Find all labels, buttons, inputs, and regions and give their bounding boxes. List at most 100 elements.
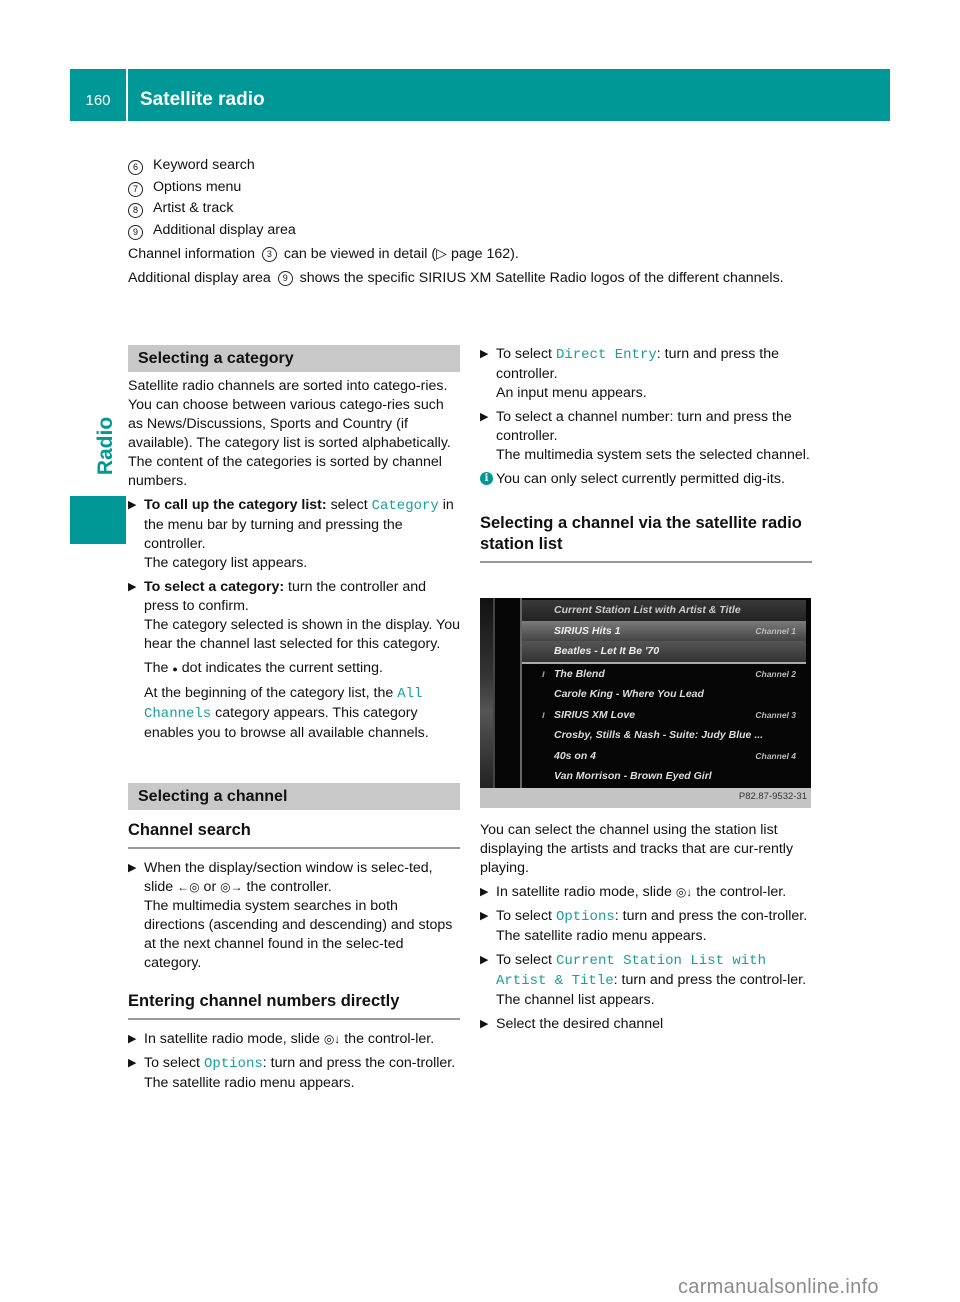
page-number: 160	[85, 92, 111, 109]
channel-label: Channel 2	[755, 668, 796, 679]
text: In satellite radio mode, slide	[496, 884, 676, 900]
text: can be viewed in detail (	[283, 246, 437, 262]
text: To select	[496, 952, 556, 968]
dot-icon: ●	[172, 664, 178, 674]
logo-marker-icon: ı	[542, 708, 545, 721]
watermark[interactable]: carmanualsonline.info	[678, 1276, 879, 1299]
text: the control-ler.	[692, 884, 787, 900]
callout-number-icon: 7	[128, 181, 143, 197]
side-tab-label: Radio	[94, 416, 117, 476]
step-arrow-icon: ▶	[480, 886, 489, 898]
station-list-screenshot: Current Station List with Artist & Title…	[480, 598, 811, 808]
callout-number-icon: 6	[128, 160, 143, 175]
figure-code: P82.87-9532-31	[738, 791, 807, 802]
text: : turn and press the con-troller.	[614, 908, 808, 924]
step-direct-options: ▶ To select Options: turn and press the …	[128, 1054, 460, 1093]
text: To select	[496, 908, 556, 924]
station-row[interactable]: ı The Blend Channel 2	[522, 664, 806, 685]
step-station-current-list: ▶ To select Current Station List with Ar…	[480, 951, 812, 1010]
side-tab-marker	[70, 496, 126, 544]
legend-label: Options menu	[153, 178, 242, 195]
step-station-options: ▶ To select Options: turn and press the …	[480, 907, 812, 946]
menu-item-category: Category	[371, 498, 439, 514]
text: Additional display area	[128, 270, 271, 286]
menu-item-options: Options	[203, 1056, 263, 1072]
track-name: Carole King - Where You Lead	[554, 688, 704, 700]
controller-slide-down-icon: ◎↓	[675, 885, 693, 899]
legend-label: Artist & track	[153, 200, 234, 216]
track-name: Crosby, Stills & Nash - Suite: Judy Blue…	[554, 729, 764, 741]
side-tab: Radio	[86, 404, 126, 488]
page-reference-link[interactable]: page 162).	[447, 246, 519, 262]
step-station-slide: ▶ In satellite radio mode, slide ◎↓ the …	[480, 883, 812, 902]
dot-note: The ● dot indicates the current setting.	[128, 659, 460, 679]
right-column: ▶ To select Direct Entry: turn and press…	[480, 345, 812, 563]
station-row[interactable]: ı SIRIUS XM Love Channel 3	[522, 705, 806, 726]
section-heading-category: Selecting a category	[128, 345, 460, 372]
subheading-channel-search: Channel search	[128, 820, 460, 849]
screen-divider	[493, 598, 495, 788]
callout-number-icon: 9	[128, 224, 143, 240]
station-row[interactable]: Crosby, Stills & Nash - Suite: Judy Blue…	[522, 725, 806, 746]
controller-slide-down-icon: ◎↓	[323, 1032, 341, 1046]
channel-label: Channel 4	[755, 750, 796, 761]
callout-number-icon: 3	[261, 247, 277, 262]
step-channel-search: ▶ When the display/section window is sel…	[128, 859, 460, 973]
station-row[interactable]: Carole King - Where You Lead	[522, 684, 806, 705]
text: The	[144, 660, 169, 676]
all-channels-note: At the beginning of the category list, t…	[128, 684, 460, 743]
intro-paragraph-2: Additional display area 9 shows the spec…	[128, 269, 818, 288]
controller-slide-left-icon: ←◎	[177, 880, 200, 894]
track-name: Van Morrison - Brown Eyed Girl	[554, 770, 712, 782]
track-name: Beatles - Let It Be '70	[554, 645, 660, 657]
controller-slide-right-icon: ◎→	[220, 880, 243, 894]
step-arrow-icon: ▶	[480, 910, 489, 922]
callout-number-icon: 8	[128, 203, 143, 218]
step-result: The satellite radio menu appears.	[144, 1075, 355, 1091]
text: To select	[144, 1055, 204, 1071]
info-icon: i	[480, 472, 493, 485]
right-column-lower: You can select the channel using the sta…	[480, 821, 812, 1039]
step-result: An input menu appears.	[496, 385, 647, 401]
station-list-body: You can select the channel using the sta…	[480, 822, 794, 876]
menu-item-direct-entry: Direct Entry	[555, 347, 657, 363]
legend-block: 6 Keyword search 7 Options menu 8 Artist…	[128, 156, 818, 293]
step-call-up-category: ▶ To call up the category list: select C…	[128, 496, 460, 573]
header-divider	[126, 69, 128, 121]
callout-number-icon: 9	[277, 271, 293, 286]
text: To select a channel number: turn and pre…	[496, 409, 792, 444]
text: Select the desired channel	[496, 1016, 664, 1032]
step-direct-slide: ▶ In satellite radio mode, slide ◎↓ the …	[128, 1030, 460, 1049]
page-ref-arrow-icon: ▷	[436, 246, 448, 262]
logo-marker-icon: ı	[542, 667, 545, 680]
step-channel-number: ▶ To select a channel number: turn and p…	[480, 408, 812, 465]
step-arrow-icon: ▶	[480, 1018, 489, 1030]
legend-item: 8 Artist & track	[128, 199, 818, 221]
text: the controller.	[242, 879, 332, 895]
text: select	[326, 497, 372, 513]
step-result: The category selected is shown in the di…	[144, 617, 460, 652]
text: : turn and press the control-ler.	[613, 972, 807, 988]
legend-item: 9 Additional display area	[128, 221, 818, 243]
step-arrow-icon: ▶	[128, 581, 137, 593]
station-row[interactable]: 40s on 4 Channel 4	[522, 746, 806, 767]
station-row[interactable]: SIRIUS Hits 1 Channel 1	[522, 620, 806, 641]
station-row[interactable]: Van Morrison - Brown Eyed Girl	[522, 766, 806, 787]
text: : turn and press the con-troller.	[262, 1055, 456, 1071]
intro-paragraph-1: Channel information 3 can be viewed in d…	[128, 245, 818, 264]
text: or	[199, 879, 221, 895]
menu-item-options: Options	[555, 909, 615, 925]
legend-label: Additional display area	[153, 221, 296, 238]
text: Channel information	[128, 246, 255, 262]
category-body: Satellite radio channels are sorted into…	[128, 378, 451, 489]
legend-item: 6 Keyword search	[128, 156, 818, 178]
step-arrow-icon: ▶	[128, 499, 137, 511]
page-header: 160 Satellite radio	[70, 69, 890, 121]
text: At the beginning of the category list, t…	[144, 685, 398, 701]
step-select-category: ▶ To select a category: turn the control…	[128, 578, 460, 654]
station-list: Current Station List with Artist & Title…	[522, 600, 806, 788]
text: the control-ler.	[340, 1031, 435, 1047]
text: In satellite radio mode, slide	[144, 1031, 324, 1047]
station-row[interactable]: Beatles - Let It Be '70	[522, 641, 806, 664]
step-label: To call up the category list:	[144, 497, 327, 513]
